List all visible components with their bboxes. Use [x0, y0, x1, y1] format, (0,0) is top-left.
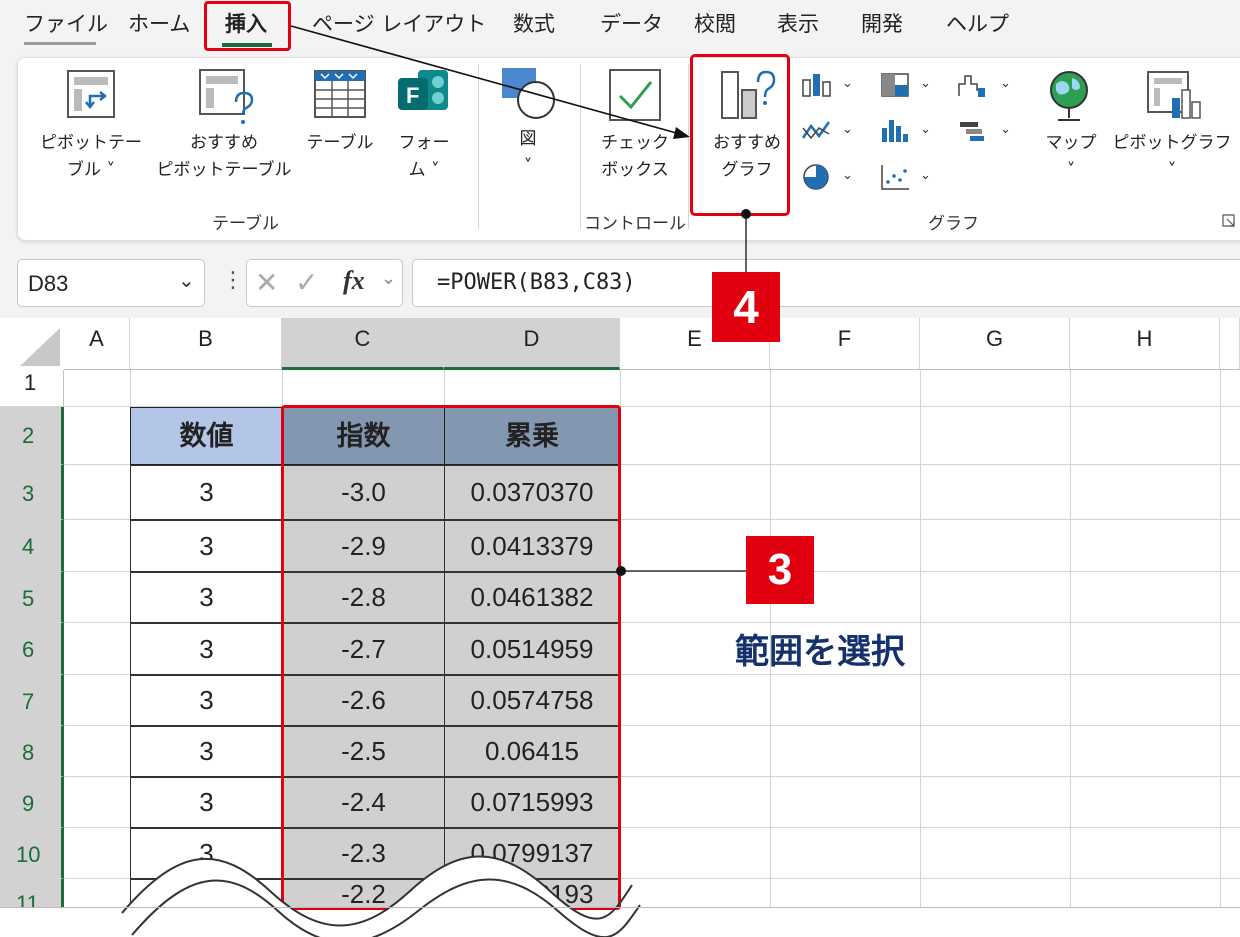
- column-header-d[interactable]: D: [444, 318, 620, 370]
- formula-text: =POWER(B83,C83): [437, 270, 636, 295]
- chevron-down-icon[interactable]: ⌄: [381, 268, 396, 289]
- caption-select-range: 範囲を選択: [735, 632, 905, 672]
- row-header-4[interactable]: 4: [0, 520, 64, 572]
- table-cell[interactable]: 3: [130, 572, 283, 623]
- cancel-icon[interactable]: ✕: [255, 266, 278, 299]
- step3-badge: 3: [746, 536, 814, 604]
- formula-buttons: ✕ ✓ fx ⌄: [246, 259, 403, 307]
- pointer-arrow: [290, 25, 690, 139]
- formula-input[interactable]: =POWER(B83,C83): [412, 259, 1240, 307]
- column-header-g[interactable]: G: [920, 318, 1070, 370]
- wavy-break-decoration: [121, 855, 641, 937]
- table-cell[interactable]: 3: [130, 726, 283, 777]
- table-cell[interactable]: 3: [130, 520, 283, 572]
- column-header-f[interactable]: F: [770, 318, 920, 370]
- step4-connector: [741, 209, 751, 272]
- column-header-i[interactable]: [1220, 318, 1240, 370]
- column-header-b[interactable]: B: [130, 318, 282, 370]
- table-cell[interactable]: 3: [130, 777, 283, 828]
- row-header-10[interactable]: 10: [0, 828, 64, 879]
- row-header-8[interactable]: 8: [0, 726, 64, 777]
- more-options-icon[interactable]: ⋮: [222, 268, 244, 293]
- step4-badge: 4: [712, 272, 780, 342]
- row-header-7[interactable]: 7: [0, 675, 64, 726]
- row-header-6[interactable]: 6: [0, 623, 64, 675]
- column-header-a[interactable]: A: [64, 318, 130, 370]
- row-header-11[interactable]: 11: [0, 879, 64, 908]
- row-header-5[interactable]: 5: [0, 572, 64, 623]
- enter-icon[interactable]: ✓: [295, 266, 318, 299]
- row-header-3[interactable]: 3: [0, 465, 64, 520]
- table-cell[interactable]: 3: [130, 465, 283, 520]
- row-header-1[interactable]: 1: [0, 370, 64, 407]
- name-box[interactable]: D83 ⌄: [17, 259, 205, 307]
- bottom-border: [0, 907, 1240, 908]
- row-header-2[interactable]: 2: [0, 407, 64, 465]
- row-header-9[interactable]: 9: [0, 777, 64, 828]
- header-cell-value[interactable]: 数値: [130, 407, 283, 465]
- select-all-corner[interactable]: [0, 318, 64, 370]
- insert-function-icon[interactable]: fx: [343, 266, 365, 296]
- table-cell[interactable]: 3: [130, 675, 283, 726]
- column-header-c[interactable]: C: [282, 318, 444, 370]
- step3-connector: [616, 566, 750, 576]
- selection-range-box: [281, 405, 621, 910]
- table-cell[interactable]: 3: [130, 623, 283, 675]
- name-box-value: D83: [28, 271, 69, 296]
- chevron-down-icon[interactable]: ⌄: [178, 268, 195, 292]
- column-header-h[interactable]: H: [1070, 318, 1220, 370]
